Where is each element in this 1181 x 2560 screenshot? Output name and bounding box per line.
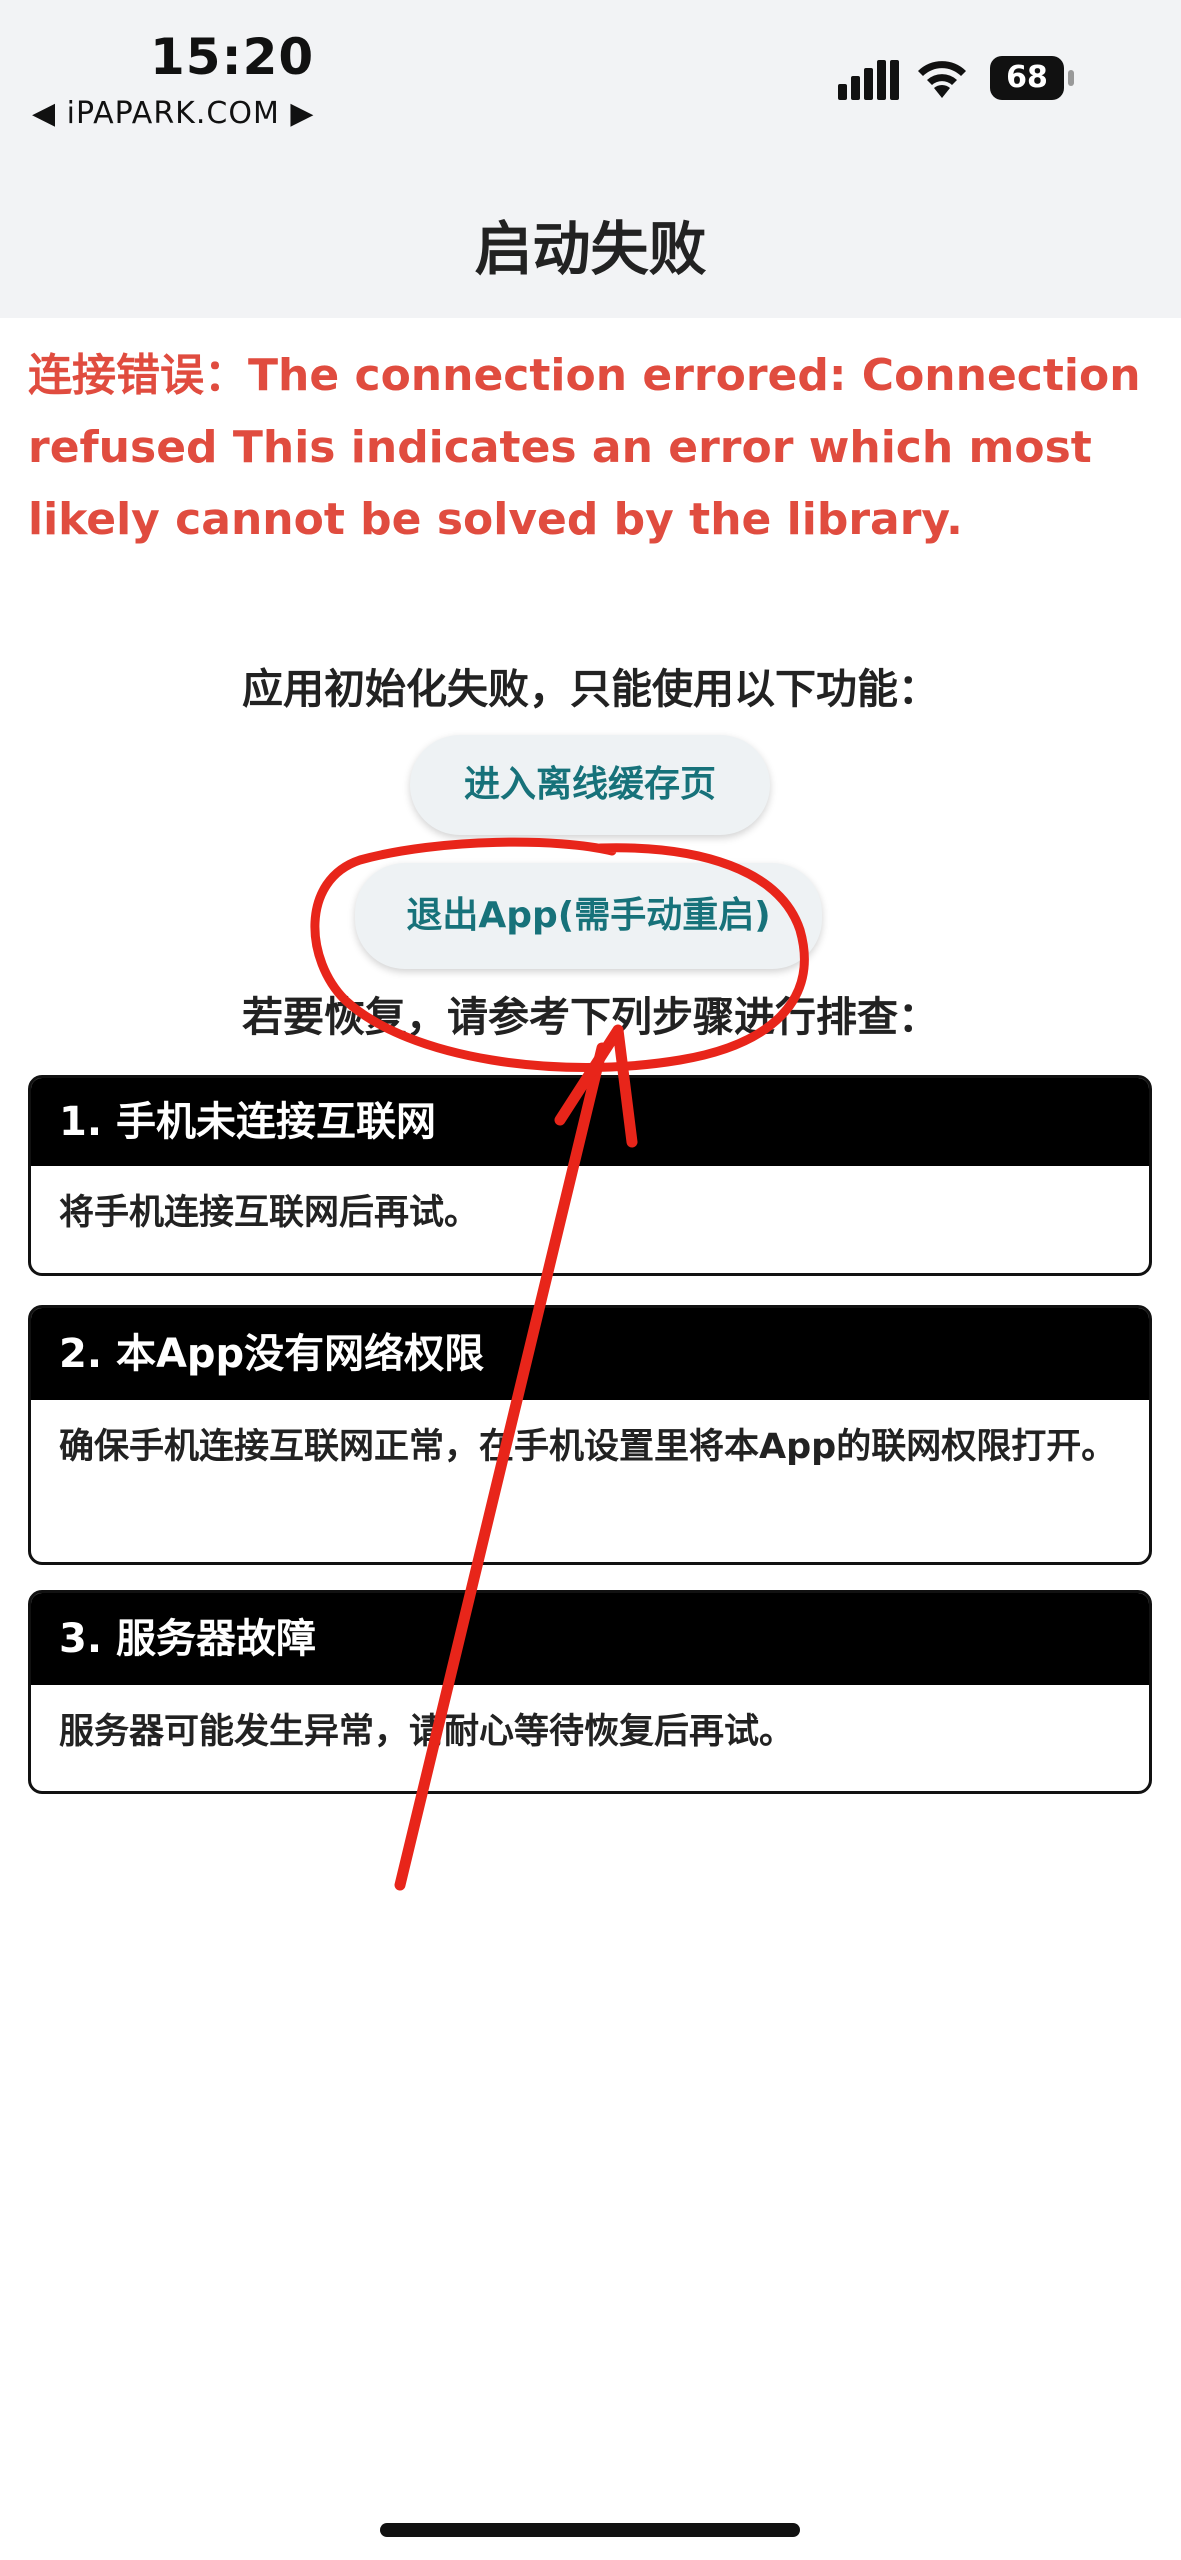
troubleshoot-card-server-failure: 3. 服务器故障 服务器可能发生异常，请耐心等待恢复后再试。: [28, 1590, 1152, 1794]
card-body: 确保手机连接互联网正常，在手机设置里将本App的联网权限打开。: [59, 1427, 1117, 1467]
recover-instructions-text: 若要恢复，请参考下列步骤进行排查：: [242, 993, 939, 1041]
offline-cache-button[interactable]: 进入离线缓存页: [410, 735, 770, 835]
card-body: 将手机连接互联网后再试。: [59, 1193, 480, 1233]
status-bar: 15:20 ◀ iPAPARK.COM ▶ 68: [0, 0, 1181, 150]
battery-icon: 68: [990, 56, 1074, 100]
battery-level: 68: [990, 56, 1064, 100]
wifi-icon: [918, 61, 966, 98]
card-title: 1. 手机未连接互联网: [31, 1078, 1149, 1166]
cellular-signal-icon: [838, 60, 899, 100]
navigation-bar: 启动失败: [0, 150, 1181, 318]
page-title: 启动失败: [474, 215, 707, 283]
init-failed-text: 应用初始化失败，只能使用以下功能：: [242, 665, 939, 713]
error-message: 连接错误：The connection errored: Connection …: [28, 350, 1141, 545]
card-body: 服务器可能发生异常，请耐心等待恢复后再试。: [59, 1712, 795, 1752]
exit-app-button[interactable]: 退出App(需手动重启): [355, 863, 822, 969]
back-to-app-link[interactable]: ◀ iPAPARK.COM ▶: [32, 96, 314, 131]
troubleshoot-card-no-permission: 2. 本App没有网络权限 确保手机连接互联网正常，在手机设置里将本App的联网…: [28, 1305, 1152, 1565]
card-title: 2. 本App没有网络权限: [31, 1308, 1149, 1400]
troubleshoot-card-no-internet: 1. 手机未连接互联网 将手机连接互联网后再试。: [28, 1075, 1152, 1276]
card-title: 3. 服务器故障: [31, 1593, 1149, 1685]
home-indicator[interactable]: [380, 2523, 800, 2537]
status-time: 15:20: [150, 28, 315, 86]
